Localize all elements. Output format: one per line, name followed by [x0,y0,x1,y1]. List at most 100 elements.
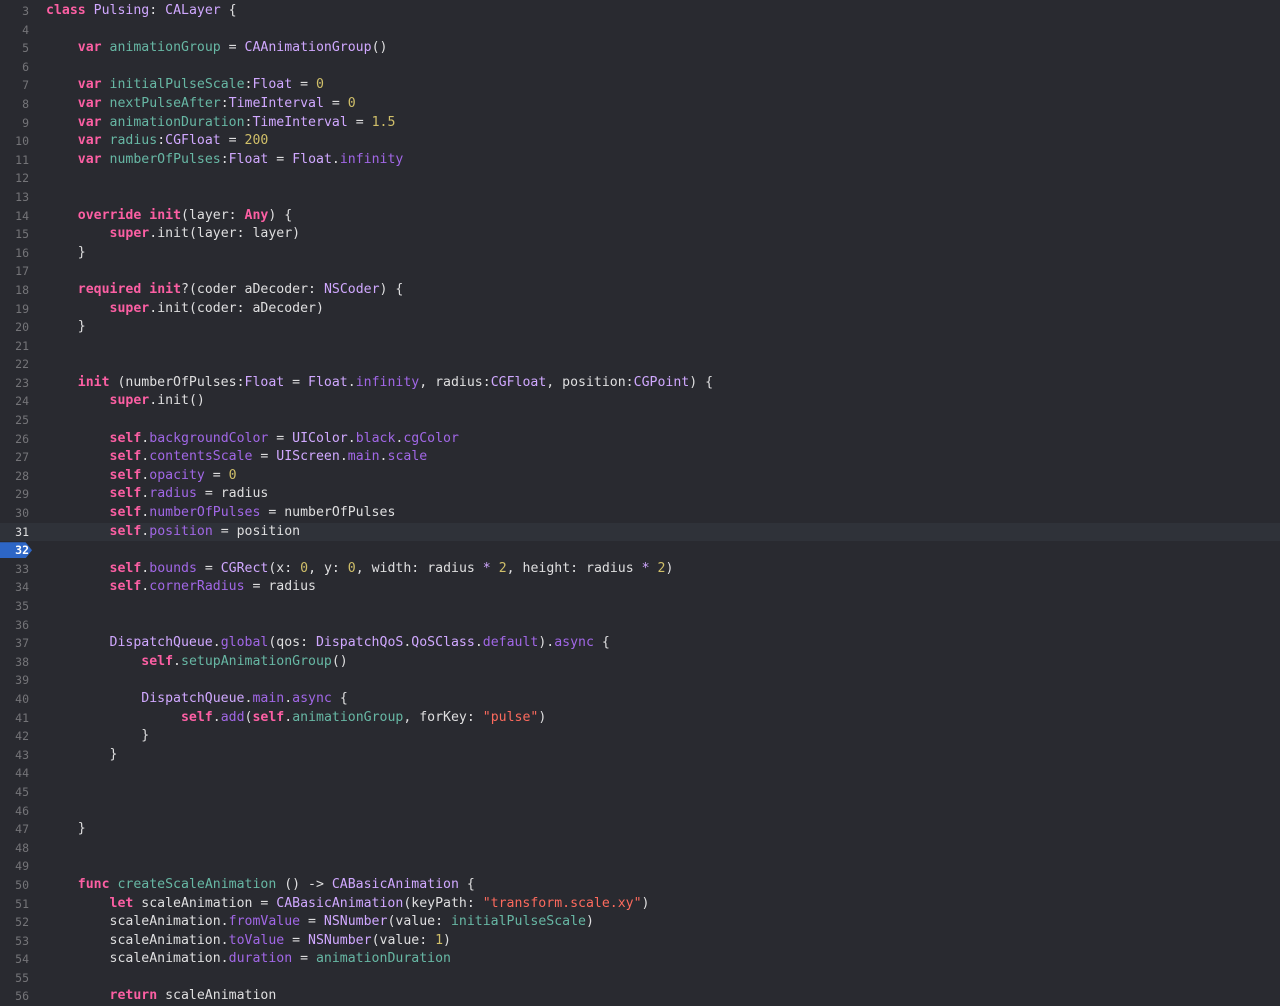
code-line-22[interactable]: 22 [0,355,1280,374]
code-line-23[interactable]: 23 init (numberOfPulses:Float = Float.in… [0,374,1280,393]
code-line-19[interactable]: 19 super.init(coder: aDecoder) [0,300,1280,319]
code-token: ) [665,560,674,576]
code-line-17[interactable]: 17 [0,262,1280,281]
line-number: 49 [15,859,29,874]
code-text: } [46,318,86,337]
code-line-18[interactable]: 18 required init?(coder aDecoder: NSCode… [0,281,1280,300]
code-line-8[interactable]: 8 var nextPulseAfter:TimeInterval = 0 [0,95,1280,114]
code-token: var [77,95,102,111]
code-token: init() [157,393,205,409]
line-number: 4 [22,22,29,37]
code-line-29[interactable]: 29 self.radius = radius [0,485,1280,504]
code-line-10[interactable]: 10 var radius:CGFloat = 200 [0,132,1280,151]
code-token: toValue [228,932,285,948]
code-line-27[interactable]: 27 self.contentsScale = UIScreen.main.sc… [0,448,1280,467]
code-token: UIColor [292,430,348,446]
code-line-35[interactable]: 35 [0,597,1280,616]
code-token: ) { [689,374,714,390]
code-token: , radius: [419,374,491,390]
code-line-32[interactable]: 32 [0,541,1280,560]
code-token: ) [443,932,451,948]
line-number: 14 [15,208,29,223]
code-line-56[interactable]: 56 return scaleAnimation [0,987,1280,1006]
code-token: 0 [347,95,356,111]
code-token: self [109,430,142,446]
code-line-3[interactable]: 3 class Pulsing: CALayer { [0,2,1280,21]
code-line-51[interactable]: 51 let scaleAnimation = CABasicAnimation… [0,895,1280,914]
code-line-48[interactable]: 48 [0,839,1280,858]
code-token: : [157,133,166,149]
code-line-34[interactable]: 34 self.cornerRadius = radius [0,578,1280,597]
code-line-36[interactable]: 36 [0,616,1280,635]
code-token: = [292,951,316,967]
code-line-47[interactable]: 47 } [0,820,1280,839]
code-line-46[interactable]: 46 [0,802,1280,821]
code-line-49[interactable]: 49 [0,857,1280,876]
code-token: cgColor [403,430,459,446]
code-line-28[interactable]: 28 self.opacity = 0 [0,467,1280,486]
code-line-54[interactable]: 54 scaleAnimation.duration = animationDu… [0,950,1280,969]
code-line-40[interactable]: 40 DispatchQueue.main.async { [0,690,1280,709]
code-line-52[interactable]: 52 scaleAnimation.fromValue = NSNumber(v… [0,913,1280,932]
code-token: initialPulseScale [450,914,586,930]
code-line-30[interactable]: 30 self.numberOfPulses = numberOfPulses [0,504,1280,523]
code-line-37[interactable]: 37 DispatchQueue.global(qos: DispatchQoS… [0,634,1280,653]
code-token: scaleAnimation. [46,932,229,948]
code-line-11[interactable]: 11 var numberOfPulses:Float = Float.infi… [0,151,1280,170]
code-token: 0 [228,467,237,483]
code-line-14[interactable]: 14 override init(layer: Any) { [0,207,1280,226]
code-token: fromValue [228,914,301,930]
code-editor[interactable]: 3 class Pulsing: CALayer {4 5 var animatio… [0,2,1280,1006]
code-token: Float [252,77,293,93]
code-token: self [109,467,142,483]
code-line-12[interactable]: 12 [0,169,1280,188]
code-token: . [173,653,181,669]
code-line-38[interactable]: 38 self.setupAnimationGroup() [0,653,1280,672]
code-line-15[interactable]: 15 super.init(layer: layer) [0,225,1280,244]
code-token: super [109,226,150,242]
code-line-9[interactable]: 9 var animationDuration:TimeInterval = 1… [0,114,1280,133]
code-line-25[interactable]: 25 [0,411,1280,430]
code-line-6[interactable]: 6 [0,58,1280,77]
code-token: { [458,876,475,892]
code-token: { [220,3,237,18]
code-line-4[interactable]: 4 [0,21,1280,40]
line-number: 41 [15,710,29,725]
code-token: , forKey: [403,709,483,725]
code-token: 1.5 [371,114,396,130]
code-line-24[interactable]: 24 super.init() [0,392,1280,411]
code-line-31[interactable]: 31 self.position = position [0,522,1280,542]
line-number: 23 [15,375,29,390]
code-line-44[interactable]: 44 [0,764,1280,783]
code-line-45[interactable]: 45 [0,783,1280,802]
code-token: () [371,40,388,56]
code-line-16[interactable]: 16 } [0,244,1280,263]
code-line-53[interactable]: 53 scaleAnimation.toValue = NSNumber(val… [0,932,1280,951]
code-token: (value: [371,932,436,948]
code-line-55[interactable]: 55 [0,969,1280,988]
code-line-39[interactable]: 39 [0,671,1280,690]
code-line-26[interactable]: 26 self.backgroundColor = UIColor.black.… [0,430,1280,449]
code-token: 0 [347,560,356,576]
code-line-5[interactable]: 5 var animationGroup = CAAnimationGroup(… [0,39,1280,58]
code-token: , y: [308,560,348,576]
code-line-33[interactable]: 33 self.bounds = CGRect(x: 0, y: 0, widt… [0,560,1280,579]
code-token: DispatchQueue [109,635,213,651]
code-line-41[interactable]: 41 self.add(self.animationGroup, forKey:… [0,709,1280,728]
code-text: scaleAnimation.duration = animationDurat… [46,950,451,969]
code-token: (x: [268,560,301,576]
code-line-42[interactable]: 42 } [0,727,1280,746]
line-number: 56 [15,989,29,1004]
line-number: 9 [22,115,29,130]
code-line-43[interactable]: 43 } [0,746,1280,765]
code-text: class Pulsing: CALayer { [46,2,237,21]
code-line-7[interactable]: 7 var initialPulseScale:Float = 0 [0,76,1280,95]
code-line-21[interactable]: 21 [0,337,1280,356]
code-line-20[interactable]: 20 } [0,318,1280,337]
code-line-50[interactable]: 50 func createScaleAnimation () -> CABas… [0,876,1280,895]
code-line-13[interactable]: 13 [0,188,1280,207]
code-token: . [284,690,293,706]
